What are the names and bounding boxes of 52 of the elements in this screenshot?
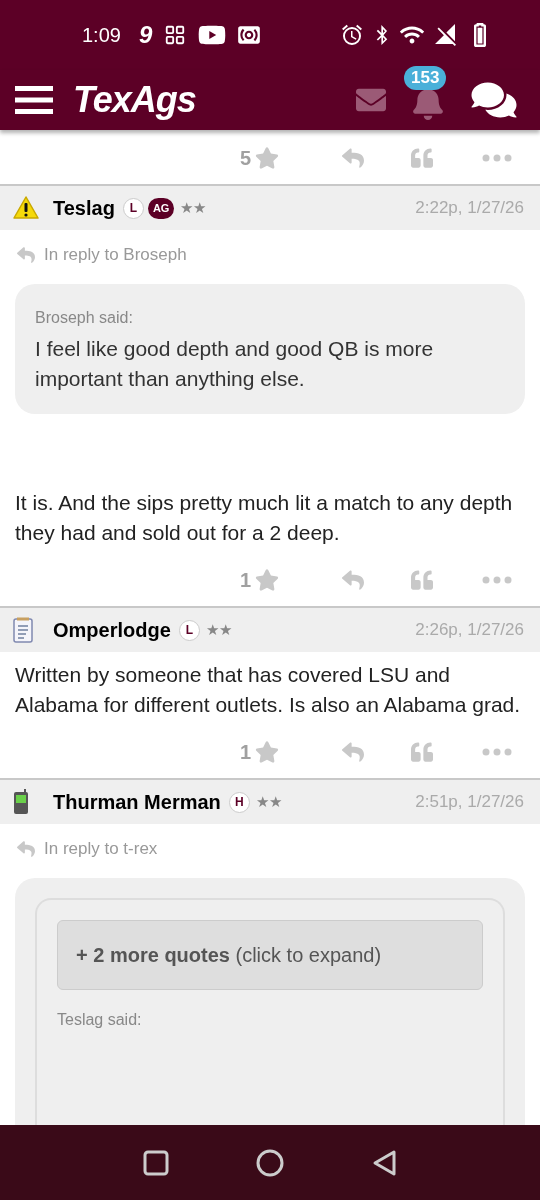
quote-icon[interactable] <box>410 147 434 169</box>
quote-icon[interactable] <box>410 569 434 591</box>
menu-icon[interactable] <box>15 86 53 114</box>
bluetooth-icon <box>374 25 390 45</box>
chat-icon[interactable] <box>470 80 518 120</box>
grid-icon <box>164 24 187 46</box>
reply-icon[interactable] <box>340 147 366 169</box>
quote-text: I feel like good depth and good QB is more important than anything else. <box>35 336 435 392</box>
more-icon[interactable] <box>482 748 512 756</box>
rating-count: 5 <box>240 146 252 171</box>
rank-stars: ★★ <box>205 619 232 640</box>
author-name[interactable]: Teslag <box>53 193 115 223</box>
signal-icon <box>434 23 458 47</box>
user-badge: L <box>178 619 200 641</box>
post-time: 2:26p, 1/27/26 <box>415 619 524 642</box>
more-icon[interactable] <box>482 576 512 584</box>
recents-icon[interactable] <box>143 1149 170 1176</box>
post-body: Written by someone that has covered LSU and Alabama for different outlets. Is also an Alabama grad. <box>14 662 522 718</box>
reply-icon <box>15 840 37 858</box>
quote-icon[interactable] <box>410 741 434 763</box>
star-icon[interactable] <box>255 568 280 592</box>
user-badge: H <box>228 791 250 813</box>
rank-stars: ★★ <box>180 197 207 218</box>
quote-author: Teslag said: <box>57 1010 143 1030</box>
site-logo[interactable]: TexAgs <box>73 73 196 127</box>
rating-count: 1 <box>240 568 252 593</box>
author-name[interactable]: Thurman Merman <box>53 787 221 817</box>
notepad-icon <box>13 617 33 643</box>
rank-stars: ★★ <box>255 791 282 812</box>
post-body: It is. And the sips pretty much lit a match to any depth they had and sold out for a 2 deep. <box>14 490 514 546</box>
post-time: 2:51p, 1/27/26 <box>415 791 524 814</box>
status-time: 1:09 <box>82 23 121 48</box>
post-time: 2:22p, 1/27/26 <box>415 197 524 220</box>
reply-icon[interactable] <box>340 569 366 591</box>
reply-icon <box>15 246 37 264</box>
quote-author: Broseph said: <box>35 308 134 328</box>
warning-icon <box>13 196 39 220</box>
wifi-icon <box>400 24 424 46</box>
notification-count: 153 <box>404 66 447 90</box>
app-notification-glyph: 9 <box>138 20 153 50</box>
rating-count: 1 <box>240 740 252 765</box>
user-badge: L <box>122 197 144 219</box>
more-icon[interactable] <box>482 154 512 162</box>
expand-quotes-button[interactable]: + 2 more quotes (click to expand) <box>57 920 483 990</box>
star-icon[interactable] <box>255 146 280 170</box>
phone-icon <box>13 789 29 815</box>
user-badge: AG <box>147 197 175 219</box>
home-icon[interactable] <box>256 1148 284 1177</box>
star-icon[interactable] <box>255 740 280 764</box>
author-name[interactable]: Omperlodge <box>53 615 171 645</box>
alarm-icon <box>340 23 364 47</box>
reply-icon[interactable] <box>340 741 366 763</box>
